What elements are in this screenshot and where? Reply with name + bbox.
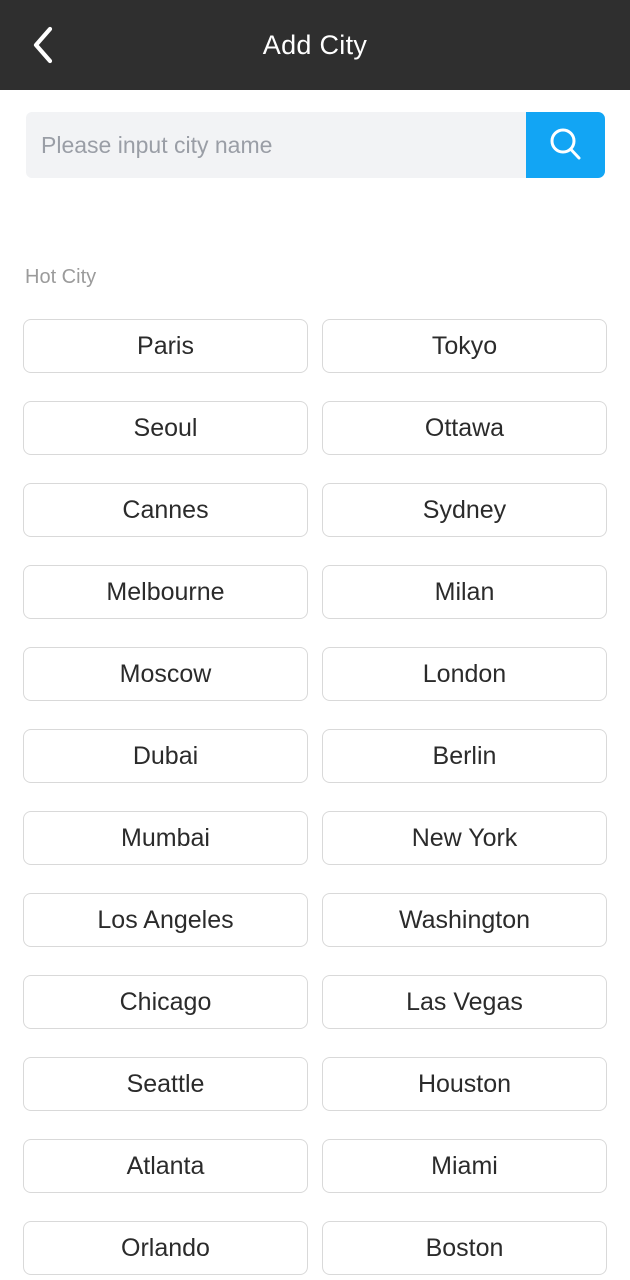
city-button[interactable]: Cannes [23,483,308,537]
city-button[interactable]: Moscow [23,647,308,701]
city-button[interactable]: Chicago [23,975,308,1029]
search-field[interactable] [26,112,526,178]
search-input[interactable] [26,112,526,178]
city-button[interactable]: Atlanta [23,1139,308,1193]
search-button[interactable] [526,112,605,178]
city-button[interactable]: Berlin [322,729,607,783]
city-button[interactable]: Melbourne [23,565,308,619]
city-button[interactable]: Mumbai [23,811,308,865]
city-button[interactable]: Dubai [23,729,308,783]
search-icon [545,124,587,166]
app-header: Add City [0,0,630,90]
city-button[interactable]: Orlando [23,1221,308,1275]
city-button[interactable]: Seoul [23,401,308,455]
city-button[interactable]: Las Vegas [322,975,607,1029]
city-button[interactable]: Houston [322,1057,607,1111]
add-city-screen: Add City Hot City Paris Tokyo Seoul Otta… [0,0,630,1280]
city-button[interactable]: Ottawa [322,401,607,455]
city-button[interactable]: Sydney [322,483,607,537]
city-button[interactable]: Boston [322,1221,607,1275]
back-button[interactable] [12,15,74,75]
city-button[interactable]: Washington [322,893,607,947]
search-bar [26,112,605,178]
city-button[interactable]: Seattle [23,1057,308,1111]
city-button[interactable]: Tokyo [322,319,607,373]
hot-city-grid: Paris Tokyo Seoul Ottawa Cannes Sydney M… [23,319,607,1275]
city-button[interactable]: Miami [322,1139,607,1193]
city-button[interactable]: Los Angeles [23,893,308,947]
city-button[interactable]: New York [322,811,607,865]
page-title: Add City [262,29,368,60]
city-button[interactable]: London [322,647,607,701]
chevron-left-icon [30,25,56,65]
hot-city-label: Hot City [25,266,97,288]
city-button[interactable]: Paris [23,319,308,373]
city-button[interactable]: Milan [322,565,607,619]
